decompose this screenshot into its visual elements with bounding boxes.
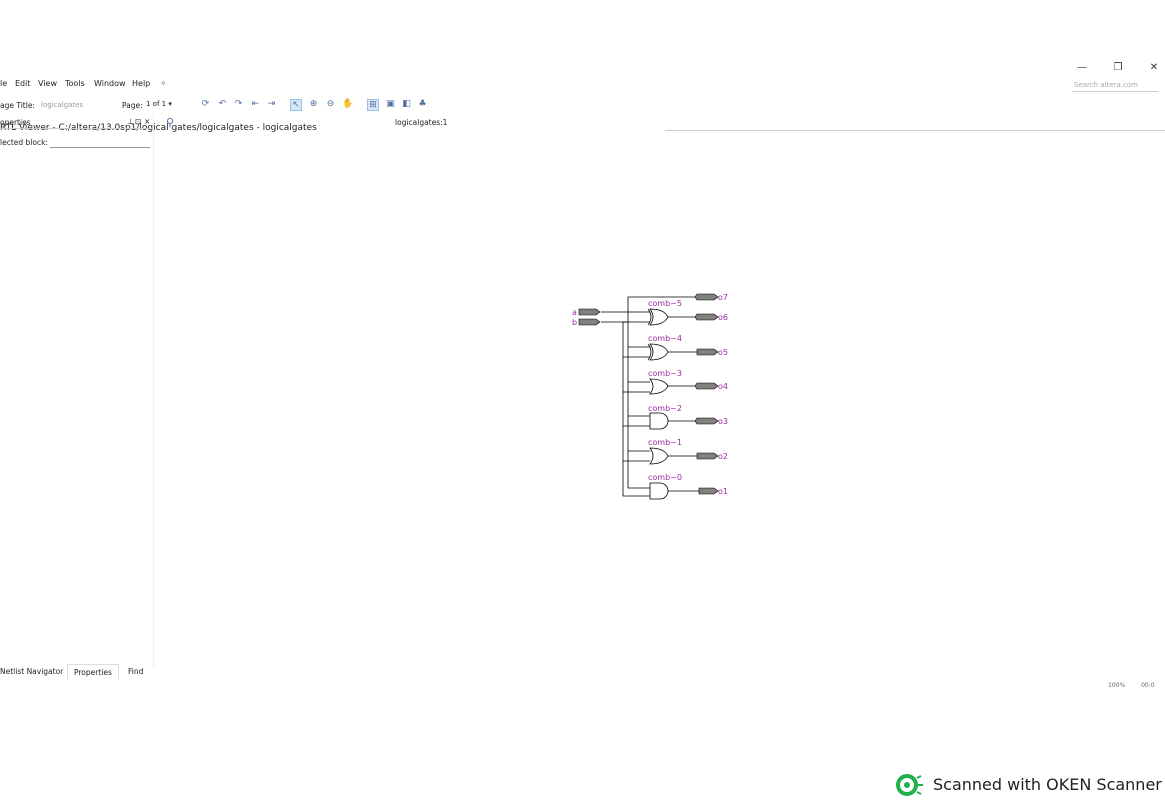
previous-page-icon[interactable]: ⇤ [250, 99, 261, 110]
schematic: a b comb~5 comb~4 comb~3 comb~2 comb~1 c… [572, 293, 728, 500]
zoom-level: 100% [1108, 682, 1126, 689]
gate-label-comb-1: comb~1 [648, 438, 682, 447]
panel-close-icon[interactable]: × [144, 117, 150, 126]
refresh-icon[interactable]: ⟳ [200, 99, 211, 110]
output-pin-o6[interactable]: o6 [694, 313, 728, 322]
gate-comb-5[interactable]: comb~5 [647, 299, 682, 326]
output-pin-o2[interactable]: o2 [696, 452, 728, 461]
canvas-divider [665, 130, 1165, 131]
zoom-out-icon[interactable]: ⊖ [325, 99, 336, 110]
output-pin-o3[interactable]: o3 [694, 417, 728, 426]
zoom-in-icon[interactable]: ⊕ [308, 99, 319, 110]
page-title-label: age Title: [0, 101, 35, 110]
menu-tools[interactable]: Tools [65, 79, 85, 88]
input-pin-a[interactable]: a [572, 308, 601, 317]
output-pin-o5[interactable]: o5 [696, 348, 728, 357]
tab-netlist-navigator[interactable]: Netlist Navigator [0, 667, 63, 676]
output-label-o7: o7 [718, 293, 728, 302]
gate-label-comb-5: comb~5 [648, 299, 682, 308]
gate-comb-2[interactable]: comb~2 [648, 404, 682, 430]
selected-block-field[interactable] [50, 147, 150, 148]
menu-help[interactable]: Help [132, 79, 150, 88]
canvas-title: logicalgates:1 [395, 118, 448, 127]
gate-comb-4[interactable]: comb~4 [647, 334, 682, 361]
tab-properties[interactable]: Properties [67, 664, 119, 679]
properties-panel-title: operties [0, 118, 31, 127]
help-icon[interactable]: ✧ [160, 79, 167, 88]
coordinate-readout: 00:0 [1141, 682, 1155, 689]
gate-label-comb-3: comb~3 [648, 369, 682, 378]
netlist-icon[interactable]: ▣ [385, 99, 396, 110]
properties-panel [0, 114, 154, 668]
filter-icon[interactable]: ♣ [417, 99, 428, 110]
next-page-icon[interactable]: ⇥ [266, 99, 277, 110]
menu-window[interactable]: Window [94, 79, 126, 88]
forward-icon[interactable]: ↷ [233, 99, 244, 110]
menu-view[interactable]: View [38, 79, 57, 88]
minimize-button[interactable]: — [1075, 61, 1089, 75]
maximize-button[interactable]: ❐ [1111, 61, 1125, 75]
hand-tool-icon[interactable]: ✋ [342, 99, 353, 110]
output-pin-o1[interactable]: o1 [698, 487, 728, 496]
input-label-b: b [572, 318, 577, 327]
scanner-watermark: Scanned with OKEN Scanner [895, 773, 1162, 797]
page-select[interactable]: 1 of 1 ▾ [146, 99, 186, 110]
select-tool-icon[interactable]: ↖ [290, 99, 302, 111]
gate-comb-1[interactable]: comb~1 [648, 438, 682, 465]
output-label-o5: o5 [718, 348, 728, 357]
menu-edit[interactable]: Edit [15, 79, 31, 88]
scanner-text: Scanned with OKEN Scanner [933, 775, 1162, 794]
page-select-value: 1 of 1 [146, 100, 167, 108]
panel-tabs: Netlist Navigator Properties Find [0, 664, 160, 679]
fit-window-icon[interactable]: ⊞ [367, 99, 379, 111]
input-pin-b[interactable]: b [572, 318, 601, 327]
output-label-o1: o1 [718, 487, 728, 496]
output-pin-o4[interactable]: o4 [694, 382, 728, 391]
gate-label-comb-4: comb~4 [648, 334, 682, 343]
back-icon[interactable]: ↶ [217, 99, 228, 110]
hierarchy-icon[interactable]: ◧ [401, 99, 412, 110]
gate-label-comb-0: comb~0 [648, 473, 682, 482]
gate-comb-0[interactable]: comb~0 [648, 473, 682, 500]
properties-panel-header: operties ⊥ ⊡ × [0, 116, 153, 129]
output-label-o2: o2 [718, 452, 728, 461]
page-title-field[interactable]: logicalgates [41, 100, 83, 110]
selected-block-label: lected block: [0, 138, 48, 147]
gate-label-comb-2: comb~2 [648, 404, 682, 413]
output-label-o6: o6 [718, 313, 728, 322]
window-title-bar: RTL Viewer - C:/altera/13.0sp1/logical g… [0, 60, 1165, 133]
output-label-o3: o3 [718, 417, 728, 426]
search-input[interactable]: Search altera.com [1072, 80, 1158, 92]
output-pin-o7[interactable]: o7 [694, 293, 728, 302]
output-label-o4: o4 [718, 382, 728, 391]
zoom-status: 100% 00:0 [1108, 682, 1155, 689]
input-label-a: a [572, 308, 577, 317]
close-button[interactable]: ✕ [1147, 61, 1161, 75]
tab-find[interactable]: Find [128, 667, 143, 676]
page-label: Page: [122, 101, 143, 110]
pin-icon[interactable]: ⊥ [127, 117, 134, 126]
float-icon[interactable]: ⊡ [135, 117, 141, 126]
canvas-pin-icon[interactable]: ⚲ [166, 116, 174, 129]
menu-file[interactable]: le [0, 79, 7, 88]
gate-comb-3[interactable]: comb~3 [648, 369, 682, 395]
scanner-logo-icon [896, 774, 923, 796]
